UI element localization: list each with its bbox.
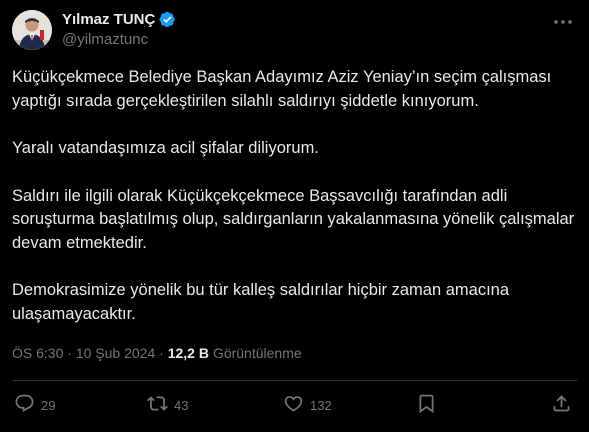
share-button[interactable]	[551, 392, 572, 418]
author-name-row: Yılmaz TUNÇ	[62, 11, 176, 28]
views-count: 12,2 B	[167, 345, 209, 361]
author-handle[interactable]: @yilmaztunc	[62, 31, 148, 48]
divider	[12, 380, 577, 381]
more-icon[interactable]	[551, 12, 575, 32]
repost-icon	[147, 393, 168, 417]
tweet-meta: ÖS 6:30 · 10 Şub 2024 · 12,2 B Görüntüle…	[12, 345, 302, 361]
share-icon	[551, 393, 572, 417]
tweet-text: Küçükçekmece Belediye Başkan Adayımız Az…	[12, 66, 577, 350]
bookmark-button[interactable]	[416, 392, 437, 418]
tweet-date[interactable]: 10 Şub 2024	[76, 345, 155, 361]
tweet-paragraph: Yaralı vatandaşımıza acil şifalar diliyo…	[12, 139, 319, 157]
like-icon	[283, 393, 304, 417]
verified-badge-icon	[159, 11, 176, 28]
reply-icon	[14, 393, 35, 417]
tweet-paragraph: Saldırı ile ilgili olarak Küçükçekçekmec…	[12, 186, 575, 252]
tweet-time[interactable]: ÖS 6:30	[12, 345, 63, 361]
repost-button[interactable]: 43	[147, 392, 188, 418]
tweet: Yılmaz TUNÇ @yilmaztunc Küçükçekmece Bel…	[0, 0, 589, 432]
bookmark-icon	[416, 393, 437, 417]
meta-separator: ·	[63, 345, 76, 361]
like-count: 132	[310, 397, 332, 413]
avatar[interactable]	[12, 10, 52, 50]
tweet-paragraph: Küçükçekmece Belediye Başkan Adayımız Az…	[12, 68, 552, 110]
action-bar: 29 43 132	[0, 392, 589, 420]
views-label: Görüntülenme	[212, 345, 302, 361]
reply-count: 29	[41, 397, 56, 413]
like-button[interactable]: 132	[283, 392, 332, 418]
author-display-name[interactable]: Yılmaz TUNÇ	[62, 11, 155, 28]
repost-count: 43	[174, 397, 189, 413]
reply-button[interactable]: 29	[14, 392, 55, 418]
meta-separator-2: ·	[155, 345, 168, 361]
tweet-paragraph: Demokrasimize yönelik bu tür kalleş sald…	[12, 281, 510, 323]
